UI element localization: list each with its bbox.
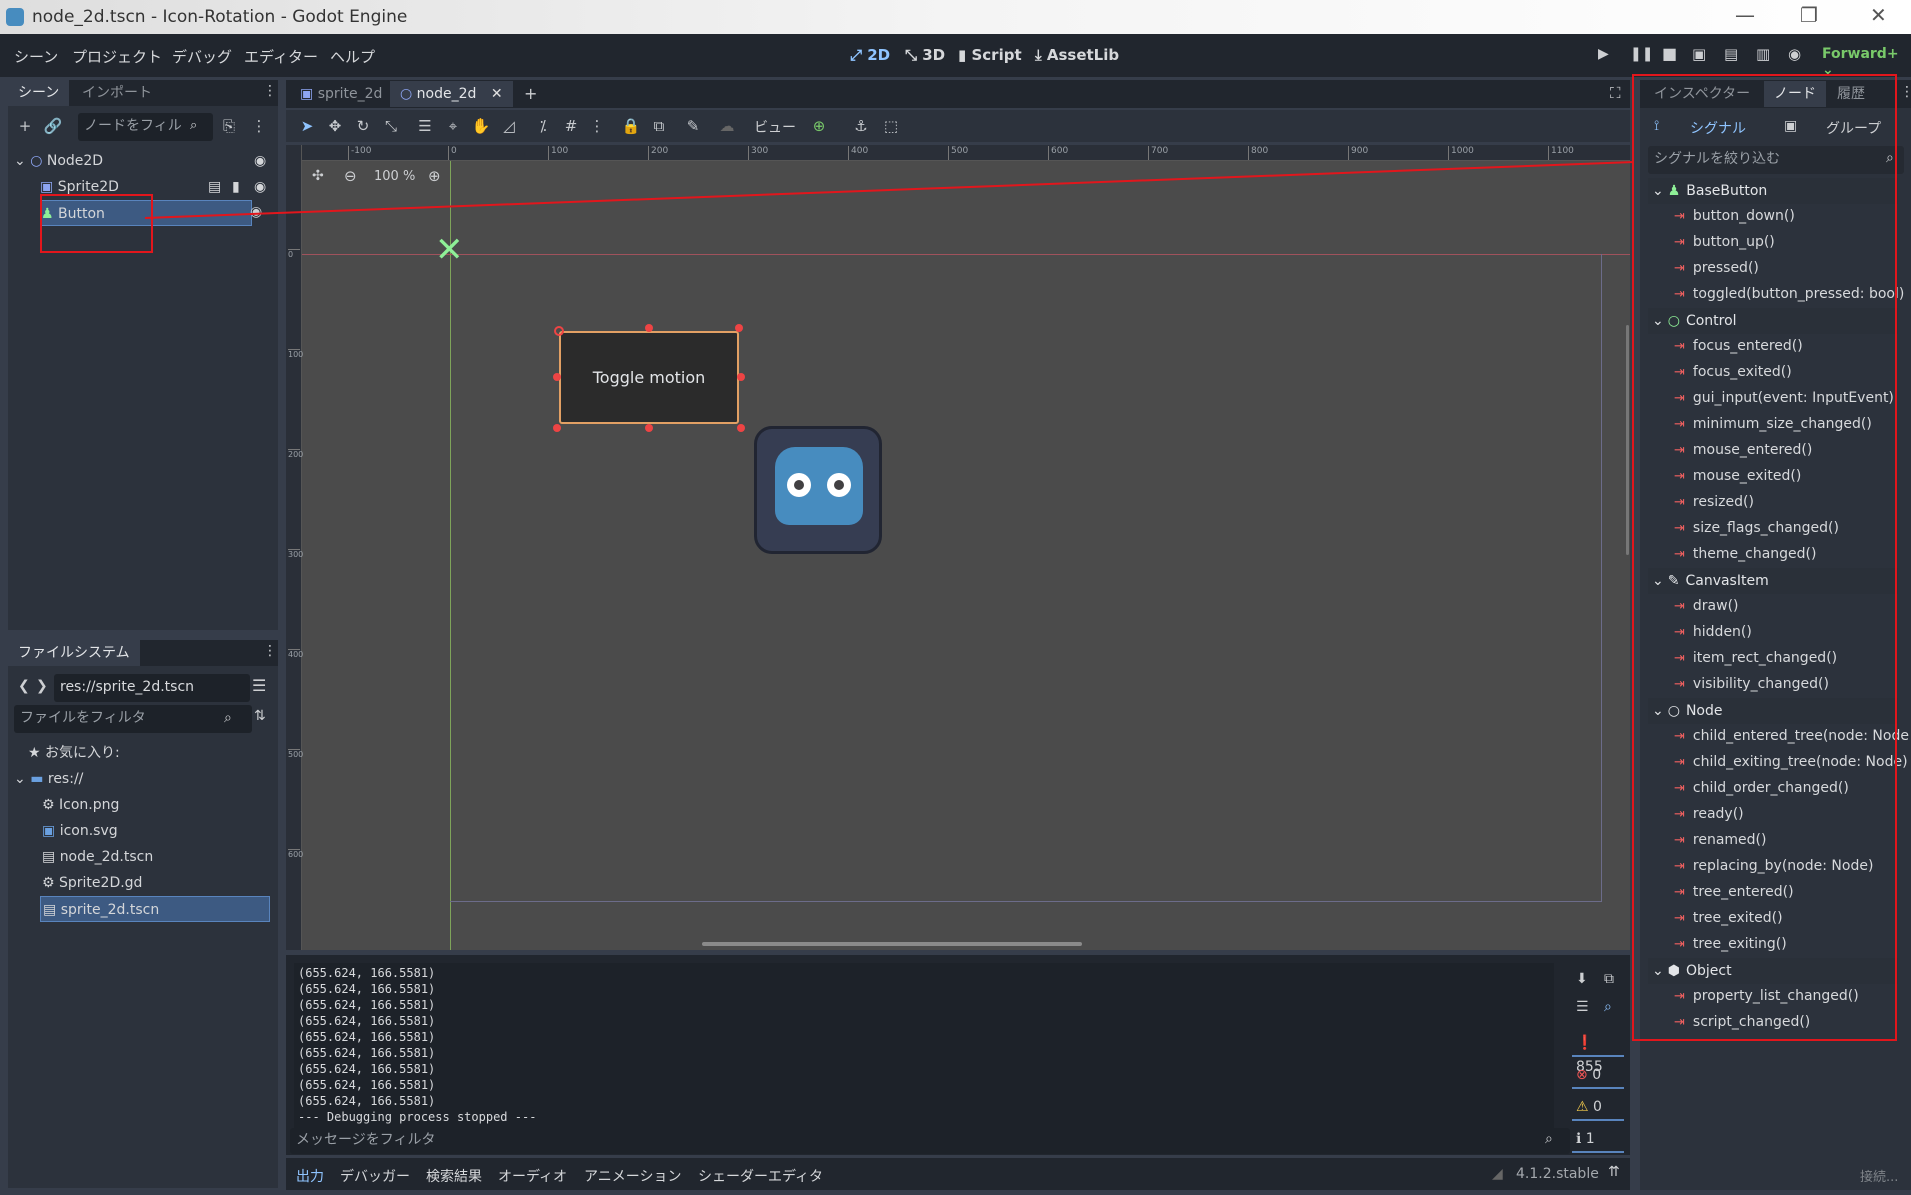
annotation-line xyxy=(144,161,1635,219)
annotation-connector xyxy=(144,161,1635,219)
